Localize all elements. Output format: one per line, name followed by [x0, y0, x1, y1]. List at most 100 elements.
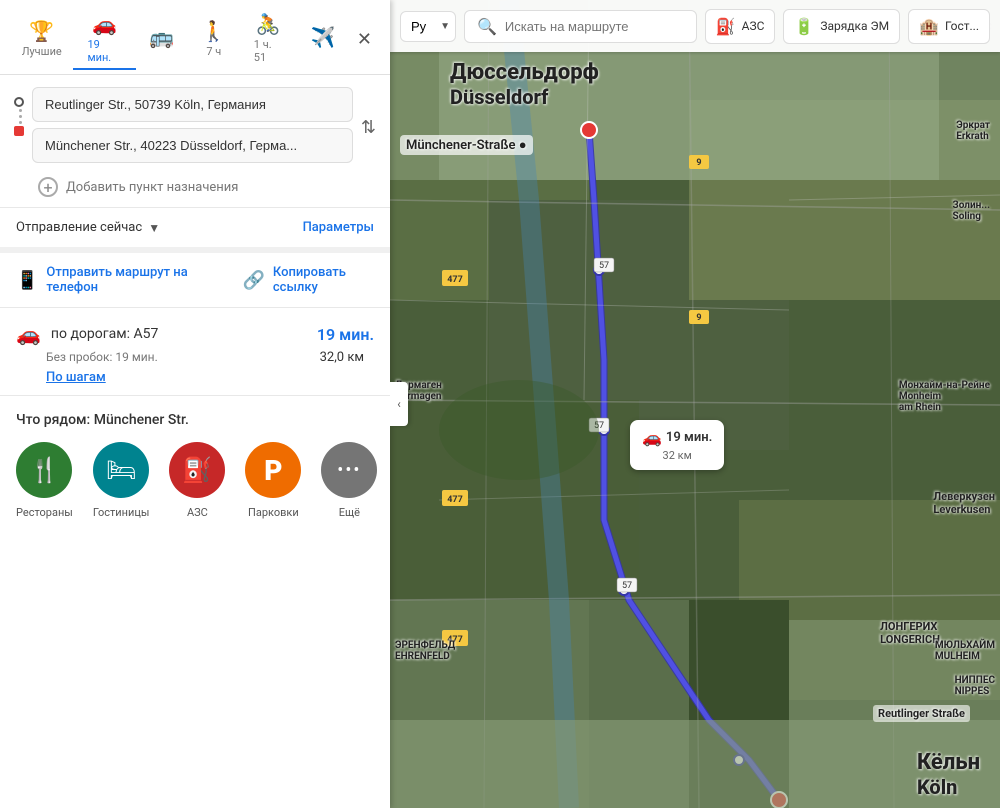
route-via: по дорогам: А57 — [51, 326, 158, 342]
tab-car-label: 19 мин. — [87, 38, 121, 64]
swap-button[interactable]: ⇅ — [361, 87, 376, 138]
route-time: 19 мин. — [317, 325, 374, 344]
destination-dot — [14, 126, 24, 136]
nearby-title: Что рядом: Münchener Str. — [16, 412, 374, 428]
gas-filter-label: АЗС — [742, 19, 765, 33]
route-card: 🚗 по дорогам: А57 19 мин. Без пробок: 19… — [0, 308, 390, 395]
car-icon: 🚗 — [92, 12, 117, 36]
svg-text:9: 9 — [696, 158, 701, 168]
gas-filter-button[interactable]: ⛽ АЗС — [705, 9, 776, 44]
gas-label: АЗС — [187, 506, 208, 519]
tab-walk-label: 7 ч — [206, 45, 221, 58]
add-destination-row[interactable]: + Добавить пункт назначения — [0, 169, 390, 207]
nearby-parking[interactable]: P Парковки — [245, 442, 301, 519]
ev-filter-icon: 🔋 — [794, 17, 814, 36]
more-icon: ••• — [321, 442, 377, 498]
map-area[interactable]: 57 57 57 477 477 477 9 9 Ру En ▼ 🔍 — [390, 0, 1000, 808]
tab-bike-label: 1 ч. 51 — [254, 38, 283, 64]
map-search-input[interactable] — [505, 19, 684, 34]
map-topbar: Ру En ▼ 🔍 ⛽ АЗС 🔋 Зарядка ЭМ 🏨 Гост... — [390, 0, 1000, 52]
svg-text:57: 57 — [599, 261, 609, 271]
add-destination-label: Добавить пункт назначения — [66, 180, 238, 195]
hotels-icon: 🛏 — [93, 442, 149, 498]
gas-icon: ⛽ — [169, 442, 225, 498]
send-to-phone-button[interactable]: 📱 Отправить маршрут на телефон — [16, 265, 212, 295]
origin-dot — [14, 97, 24, 107]
nearby-hotels[interactable]: 🛏 Гостиницы — [93, 442, 150, 519]
ev-filter-label: Зарядка ЭМ — [820, 19, 889, 33]
search-icon: 🔍 — [477, 17, 497, 36]
svg-text:477: 477 — [447, 495, 463, 505]
route-car-icon: 🚗 — [16, 322, 41, 346]
restaurants-label: Рестораны — [16, 506, 73, 519]
departure-left[interactable]: Отправление сейчас ▼ — [16, 220, 160, 235]
lang-select-wrapper[interactable]: Ру En ▼ — [400, 11, 456, 42]
nav-tabs: 🏆 Лучшие 🚗 19 мин. 🚌 🚶 7 ч 🚴 1 ч. 51 ✈️ … — [0, 0, 390, 75]
route-details: Без пробок: 19 мин. 32,0 км — [16, 350, 374, 364]
send-label: Отправить маршрут на телефон — [46, 265, 212, 295]
lang-select[interactable]: Ру En — [400, 11, 456, 42]
nearby-restaurants[interactable]: 🍴 Рестораны — [16, 442, 73, 519]
nearby-icons: 🍴 Рестораны 🛏 Гостиницы ⛽ АЗС P — [16, 442, 374, 519]
nearby-more[interactable]: ••• Ещё — [321, 442, 377, 519]
left-panel: 🏆 Лучшие 🚗 19 мин. 🚌 🚶 7 ч 🚴 1 ч. 51 ✈️ … — [0, 0, 390, 808]
flight-icon: ✈️ — [310, 25, 335, 49]
bike-icon: 🚴 — [256, 12, 281, 36]
bubble-distance: 32 км — [663, 449, 692, 462]
tab-transit[interactable]: 🚌 — [136, 21, 188, 57]
tab-best-label: Лучшие — [22, 45, 62, 58]
share-row: 📱 Отправить маршрут на телефон 🔗 Копиров… — [0, 253, 390, 307]
transit-icon: 🚌 — [149, 25, 174, 49]
svg-text:9: 9 — [696, 313, 701, 323]
svg-text:57: 57 — [622, 581, 632, 591]
gas-filter-icon: ⛽ — [716, 17, 736, 36]
tab-walk[interactable]: 🚶 7 ч — [188, 15, 240, 64]
svg-text:477: 477 — [447, 275, 463, 285]
copy-label: Копировать ссылку — [273, 265, 374, 295]
parking-label: Парковки — [248, 506, 299, 519]
map-search-box[interactable]: 🔍 — [464, 10, 697, 43]
more-label: Ещё — [339, 506, 360, 519]
route-distance: 32,0 км — [320, 350, 364, 365]
add-icon: + — [38, 177, 58, 197]
svg-text:477: 477 — [447, 635, 463, 645]
walk-icon: 🚶 — [201, 19, 226, 43]
link-icon: 🔗 — [242, 270, 264, 291]
departure-label: Отправление сейчас — [16, 220, 142, 235]
collapse-panel-button[interactable]: ‹ — [390, 382, 408, 426]
nearby-section: Что рядом: Münchener Str. 🍴 Рестораны 🛏 … — [0, 396, 390, 527]
bubble-car-icon: 🚗 — [642, 428, 662, 447]
time-bubble: 🚗 19 мин. 32 км — [630, 420, 724, 470]
no-traffic-label: Без пробок: 19 мин. — [46, 350, 158, 364]
departure-row: Отправление сейчас ▼ Параметры — [0, 208, 390, 247]
hotel-filter-label: Гост... — [945, 19, 979, 33]
tab-bike[interactable]: 🚴 1 ч. 51 — [240, 8, 297, 70]
hotels-label: Гостиницы — [93, 506, 150, 519]
step-by-step-button[interactable]: По шагам — [16, 370, 374, 385]
route-icons — [14, 87, 24, 136]
route-dots — [16, 109, 22, 124]
hotel-filter-icon: 🏨 — [919, 17, 939, 36]
map-background: 57 57 57 477 477 477 9 9 — [390, 0, 1000, 808]
origin-input[interactable] — [32, 87, 353, 122]
best-icon: 🏆 — [29, 19, 54, 43]
destination-input[interactable] — [32, 128, 353, 163]
inputs-section: ⇅ — [0, 75, 390, 169]
tab-flight[interactable]: ✈️ — [297, 21, 349, 57]
parking-icon: P — [245, 442, 301, 498]
ev-filter-button[interactable]: 🔋 Зарядка ЭМ — [783, 9, 900, 44]
close-button[interactable]: ✕ — [349, 25, 380, 54]
nearby-gas[interactable]: ⛽ АЗС — [169, 442, 225, 519]
tab-car[interactable]: 🚗 19 мин. — [73, 8, 135, 70]
phone-icon: 📱 — [16, 270, 38, 291]
params-button[interactable]: Параметры — [303, 220, 374, 235]
route-header-left: 🚗 по дорогам: А57 — [16, 322, 158, 346]
route-inputs — [32, 87, 353, 163]
restaurants-icon: 🍴 — [16, 442, 72, 498]
route-card-header: 🚗 по дорогам: А57 19 мин. — [16, 322, 374, 346]
copy-link-button[interactable]: 🔗 Копировать ссылку — [242, 265, 374, 295]
hotel-filter-button[interactable]: 🏨 Гост... — [908, 9, 990, 44]
departure-chevron: ▼ — [148, 221, 160, 235]
tab-best[interactable]: 🏆 Лучшие — [10, 15, 73, 64]
bubble-time: 19 мин. — [666, 430, 712, 445]
